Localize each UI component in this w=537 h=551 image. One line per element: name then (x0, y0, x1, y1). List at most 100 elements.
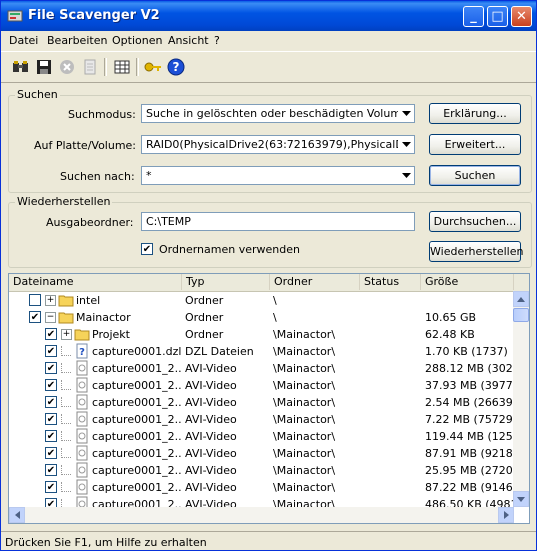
horizontal-scrollbar[interactable] (9, 507, 514, 523)
file-name: capture0001_2... (92, 447, 181, 460)
row-checkbox[interactable]: ✔ (45, 362, 57, 374)
use-folder-names-checkbox[interactable]: ✔ (141, 243, 153, 255)
app-icon (7, 10, 23, 22)
tree-line-icon (61, 465, 71, 475)
stop-icon[interactable] (57, 57, 77, 77)
search-for-value: * (146, 169, 152, 182)
tree-line-icon (61, 380, 71, 390)
scroll-down-button[interactable] (513, 491, 529, 507)
use-folder-names-label[interactable]: Ordnernamen verwenden (159, 243, 300, 256)
menu-datei[interactable]: Datei (9, 34, 38, 47)
menu-optionen[interactable]: Optionen (112, 34, 162, 47)
column-header-type[interactable]: Typ (182, 274, 270, 290)
list-item[interactable]: ✔ capture0001_2... AVI-Video \Mainactor\ 119… (9, 428, 514, 445)
search-mode-select[interactable]: Suche in gelöschten oder beschädigten Vo… (141, 104, 415, 123)
list-item[interactable]: ✔ capture0001_2... AVI-Video \Mainactor\ 2.5… (9, 394, 514, 411)
vertical-scroll-thumb[interactable] (513, 308, 529, 322)
file-list[interactable]: Dateiname Typ Ordner Status Größe + intel… (8, 273, 530, 524)
file-folder: \Mainactor\ (273, 396, 336, 409)
video-file-icon (76, 360, 88, 376)
file-size: 10.65 GB (425, 311, 477, 324)
list-item[interactable]: ✔ capture0001_2... AVI-Video \Mainactor\ 288… (9, 360, 514, 377)
file-folder: \Mainactor\ (273, 345, 336, 358)
row-checkbox[interactable]: ✔ (45, 345, 57, 357)
file-type: AVI-Video (185, 464, 237, 477)
binoculars-icon[interactable] (11, 57, 31, 77)
window-title: File Scavenger V2 (28, 8, 160, 23)
advanced-button[interactable]: Erweitert... (429, 134, 521, 155)
list-item[interactable]: ✔ − Mainactor Ordner \ 10.65 GB (9, 309, 514, 326)
drive-select[interactable]: RAID0(PhysicalDrive2(63:72163979),Physic… (141, 135, 415, 154)
column-header-name[interactable]: Dateiname (9, 274, 182, 290)
grid-icon[interactable] (112, 57, 132, 77)
menu-help[interactable]: ? (214, 34, 220, 47)
save-icon[interactable] (34, 57, 54, 77)
row-checkbox[interactable]: ✔ (45, 379, 57, 391)
file-size: 87.91 MB (921820 (425, 447, 514, 460)
file-folder: \Mainactor\ (273, 362, 336, 375)
row-checkbox[interactable]: ✔ (29, 311, 41, 323)
column-header-size[interactable]: Größe (421, 274, 514, 290)
list-item[interactable]: ✔ capture0001_2... AVI-Video \Mainactor\ 87.… (9, 479, 514, 496)
row-checkbox[interactable]: ✔ (45, 464, 57, 476)
search-mode-value: Suche in gelöschten oder beschädigten Vo… (146, 107, 414, 120)
file-name: capture0001_2... (92, 430, 181, 443)
file-type: Ordner (185, 311, 224, 324)
tree-line-icon (61, 363, 71, 373)
maximize-button[interactable]: □ (487, 6, 508, 27)
list-item[interactable]: ✔ capture0001_2... AVI-Video \Mainactor\ 7.2… (9, 411, 514, 428)
scroll-right-button[interactable] (498, 507, 514, 523)
menu-bearbeiten[interactable]: Bearbeiten (47, 34, 107, 47)
expand-toggle-icon[interactable]: + (45, 295, 56, 306)
menu-ansicht[interactable]: Ansicht (168, 34, 209, 47)
expand-toggle-icon[interactable]: − (45, 312, 56, 323)
scroll-left-button[interactable] (9, 507, 25, 523)
row-checkbox[interactable] (29, 294, 41, 306)
drive-label: Auf Platte/Volume: (34, 139, 137, 152)
close-button[interactable]: ✕ (511, 6, 532, 27)
video-file-icon (76, 479, 88, 495)
browse-button[interactable]: Durchsuchen... (429, 211, 521, 232)
document-icon[interactable] (80, 57, 100, 77)
column-header-folder[interactable]: Ordner (270, 274, 360, 290)
file-folder: \Mainactor\ (273, 328, 336, 341)
expand-toggle-icon[interactable]: + (61, 329, 72, 340)
video-file-icon (76, 377, 88, 393)
output-folder-input[interactable]: C:\TEMP (141, 212, 415, 231)
restore-button[interactable]: Wiederherstellen (429, 241, 523, 262)
row-checkbox[interactable]: ✔ (45, 396, 57, 408)
list-item[interactable]: ✔ capture0001_2... AVI-Video \Mainactor\ 37.… (9, 377, 514, 394)
list-item[interactable]: ✔ capture0001_2... AVI-Video \Mainactor\ 87.… (9, 445, 514, 462)
vertical-scrollbar[interactable] (513, 291, 529, 507)
list-item[interactable]: + intel Ordner \ (9, 292, 514, 309)
search-button[interactable]: Suchen (429, 165, 521, 186)
explain-button[interactable]: Erklärung... (429, 103, 521, 124)
tree-line-icon (61, 346, 71, 356)
file-folder: \Mainactor\ (273, 413, 336, 426)
row-checkbox[interactable]: ✔ (45, 430, 57, 442)
file-type: AVI-Video (185, 481, 237, 494)
minimize-button[interactable]: _ (463, 6, 484, 27)
toolbar: ? (1, 51, 536, 83)
row-checkbox[interactable]: ✔ (45, 447, 57, 459)
key-icon[interactable] (143, 57, 163, 77)
row-checkbox[interactable]: ✔ (45, 328, 57, 340)
chevron-down-icon[interactable] (398, 167, 414, 184)
tree-line-icon (61, 414, 71, 424)
row-checkbox[interactable]: ✔ (45, 413, 57, 425)
file-name: capture0001_2... (92, 464, 181, 477)
chevron-down-icon[interactable] (398, 136, 414, 153)
search-for-input[interactable]: * (141, 166, 415, 185)
row-checkbox[interactable]: ✔ (45, 481, 57, 493)
drive-value: RAID0(PhysicalDrive2(63:72163979),Physic… (146, 138, 415, 151)
list-item[interactable]: ✔ + Projekt Ordner \Mainactor\ 62.48 KB (9, 326, 514, 343)
file-name: Projekt (92, 328, 130, 341)
title-bar[interactable]: File Scavenger V2 _ □ ✕ (1, 1, 536, 31)
help-icon[interactable]: ? (166, 57, 186, 77)
scroll-up-button[interactable] (513, 291, 529, 307)
column-header-status[interactable]: Status (360, 274, 421, 290)
list-item[interactable]: ✔ capture0001_2... AVI-Video \Mainactor\ 25.… (9, 462, 514, 479)
list-item[interactable]: ✔? capture0001.dzl DZL Dateien \Mainactor\ 1… (9, 343, 514, 360)
file-type: Ordner (185, 328, 224, 341)
chevron-down-icon[interactable] (398, 105, 414, 122)
